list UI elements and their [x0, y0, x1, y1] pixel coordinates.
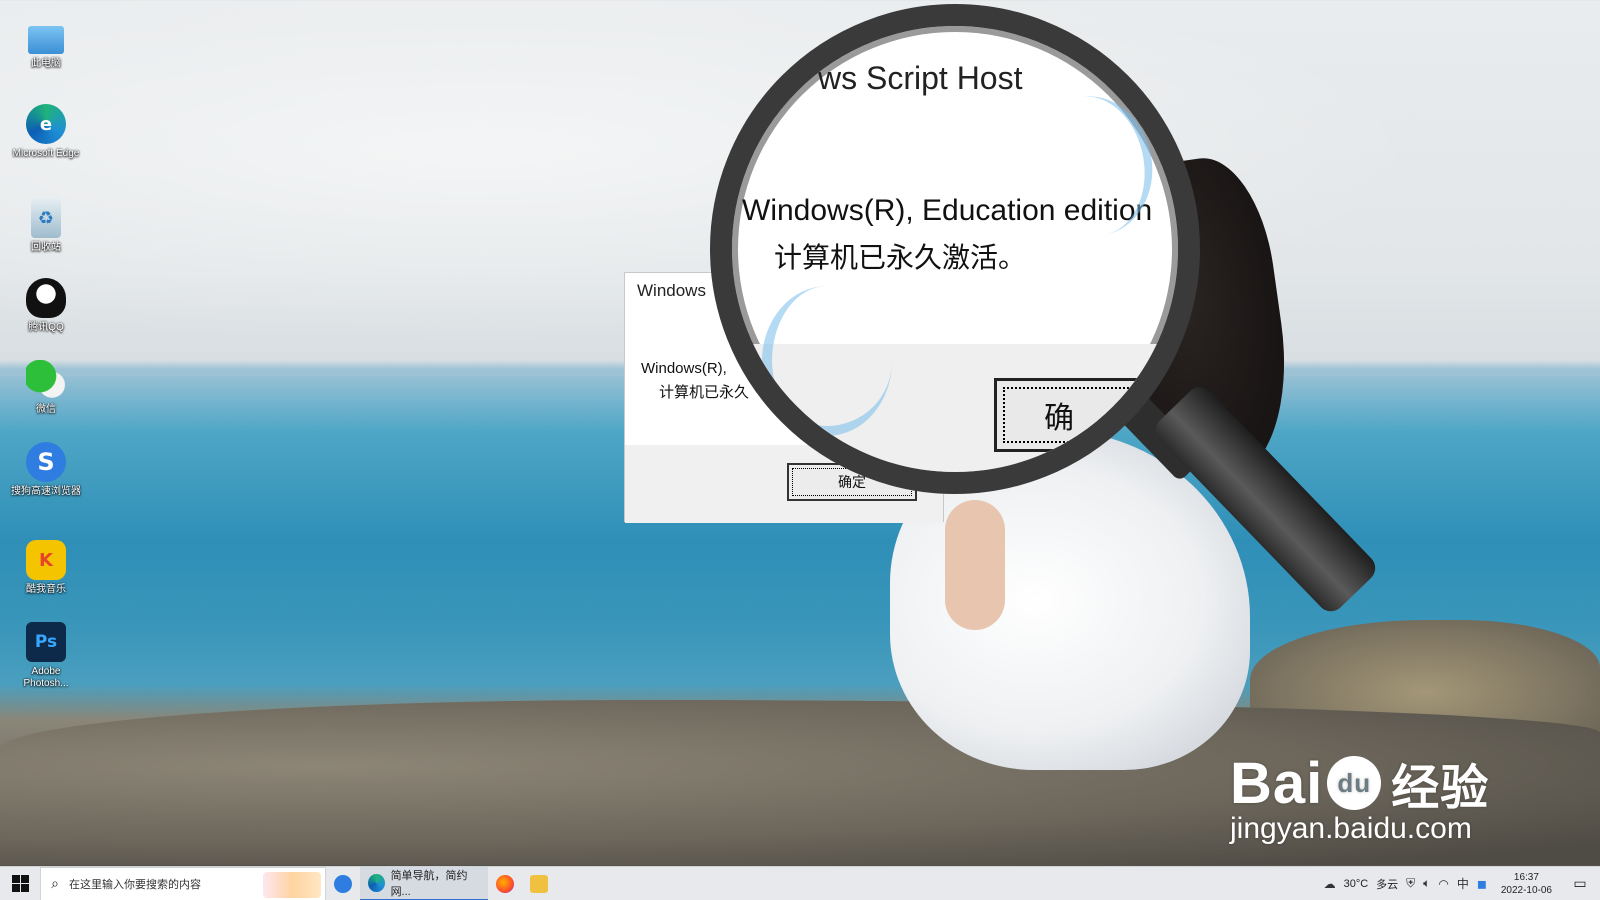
baidu-brand: Bai du 经验 — [1230, 748, 1489, 818]
desktop-icon-qq[interactable]: 腾讯QQ — [10, 278, 82, 334]
taskbar-file-explorer[interactable] — [522, 867, 556, 900]
clock[interactable]: 16:37 2022-10-06 — [1501, 871, 1552, 897]
desktop-icon-label: 酷我音乐 — [26, 584, 66, 595]
recycle-bin-icon: ♻ — [31, 198, 61, 238]
qq-icon — [26, 278, 66, 318]
volume-icon[interactable]: 🔈︎ — [1423, 876, 1430, 891]
kuwo-music-icon: K — [26, 540, 66, 580]
wallpaper-figure-arm — [945, 500, 1005, 630]
taskbar-sogou[interactable] — [326, 867, 360, 900]
folder-icon — [530, 874, 548, 893]
magnified-message-line2: 计算机已永久激活。 — [774, 242, 1027, 273]
search-icon: ⌕ — [51, 875, 59, 892]
desktop-icon-label: 搜狗高速浏览器 — [11, 486, 81, 497]
sogou-browser-icon — [334, 874, 352, 893]
baidu-brand-text: Bai — [1230, 750, 1324, 816]
firefox-icon — [496, 874, 514, 893]
baidu-watermark: Bai du 经验 jingyan.baidu.com — [1230, 748, 1489, 846]
desktop-icon-label: Adobe Photosh... — [23, 666, 69, 689]
lens-glare — [762, 286, 892, 436]
desktop-icon-kuwo[interactable]: K 酷我音乐 — [10, 540, 82, 596]
desktop-icon-label: 此电脑 — [31, 58, 61, 69]
desktop-icon-label: 回收站 — [31, 242, 61, 253]
desktop-icon-edge[interactable]: e Microsoft Edge — [10, 104, 82, 160]
magnifier-lens: ws Script Host Windows(R), Education edi… — [710, 4, 1200, 494]
edge-icon: e — [26, 104, 66, 144]
magnified-ok-button: 确 — [994, 378, 1174, 452]
baidu-paw-icon: du — [1327, 756, 1382, 810]
taskbar-firefox[interactable] — [488, 867, 522, 900]
dialog-title: Windows — [637, 281, 706, 300]
start-button[interactable] — [0, 867, 40, 900]
baidu-jingyan-text: 经验 — [1391, 762, 1490, 815]
edge-icon — [368, 873, 385, 892]
desktop-icon-photoshop[interactable]: Ps Adobe Photosh... — [10, 622, 82, 690]
computer-icon — [28, 26, 64, 54]
wechat-icon — [26, 360, 66, 400]
search-highlight-image — [263, 871, 321, 898]
photoshop-icon: Ps — [26, 622, 66, 662]
weather-temperature[interactable]: 30°C — [1344, 878, 1369, 890]
notification-center-icon[interactable]: ▭ — [1566, 867, 1594, 900]
taskbar: ⌕ 在这里输入你要搜索的内容 简单导航，简约网... ☁ 30°C 多云 ⛨ 🔈… — [0, 866, 1600, 900]
clock-date: 2022-10-06 — [1500, 884, 1552, 896]
desktop-icon-label: Microsoft Edge — [12, 148, 80, 159]
weather-icon[interactable]: ☁ — [1324, 877, 1336, 891]
security-shield-icon[interactable]: ⛨ — [1406, 876, 1415, 891]
system-tray: ☁ 30°C 多云 ⛨ 🔈︎ ◠ 中 ◼ 16:37 2022-10-06 ▭ — [1324, 867, 1600, 900]
desktop-icon-wechat[interactable]: 微信 — [10, 360, 82, 416]
sogou-browser-icon: S — [26, 442, 66, 482]
weather-description[interactable]: 多云 — [1376, 876, 1398, 892]
app-tray-icon[interactable]: ◼ — [1477, 877, 1487, 891]
desktop-icon-label: 微信 — [36, 404, 56, 415]
clock-time: 16:37 — [1513, 871, 1539, 883]
network-icon[interactable]: ◠ — [1438, 877, 1448, 891]
desktop-icon-label: 腾讯QQ — [28, 322, 64, 333]
desktop-icon-recycle-bin[interactable]: ♻ 回收站 — [10, 198, 82, 254]
windows-logo-icon — [11, 875, 29, 892]
ime-indicator[interactable]: 中 — [1457, 875, 1469, 892]
taskbar-search-box[interactable]: ⌕ 在这里输入你要搜索的内容 — [40, 866, 326, 900]
taskbar-window-title: 简单导航，简约网... — [390, 869, 468, 898]
magnified-title: ws Script Host — [818, 60, 1023, 96]
desktop-icon-sogou[interactable]: S 搜狗高速浏览器 — [10, 442, 82, 498]
desktop-icon-this-pc[interactable]: 此电脑 — [10, 20, 82, 70]
search-placeholder: 在这里输入你要搜索的内容 — [69, 878, 201, 891]
taskbar-edge-window[interactable]: 简单导航，简约网... — [360, 866, 488, 900]
magnified-dialog: ws Script Host Windows(R), Education edi… — [732, 26, 1178, 472]
baidu-url: jingyan.baidu.com — [1230, 812, 1472, 845]
